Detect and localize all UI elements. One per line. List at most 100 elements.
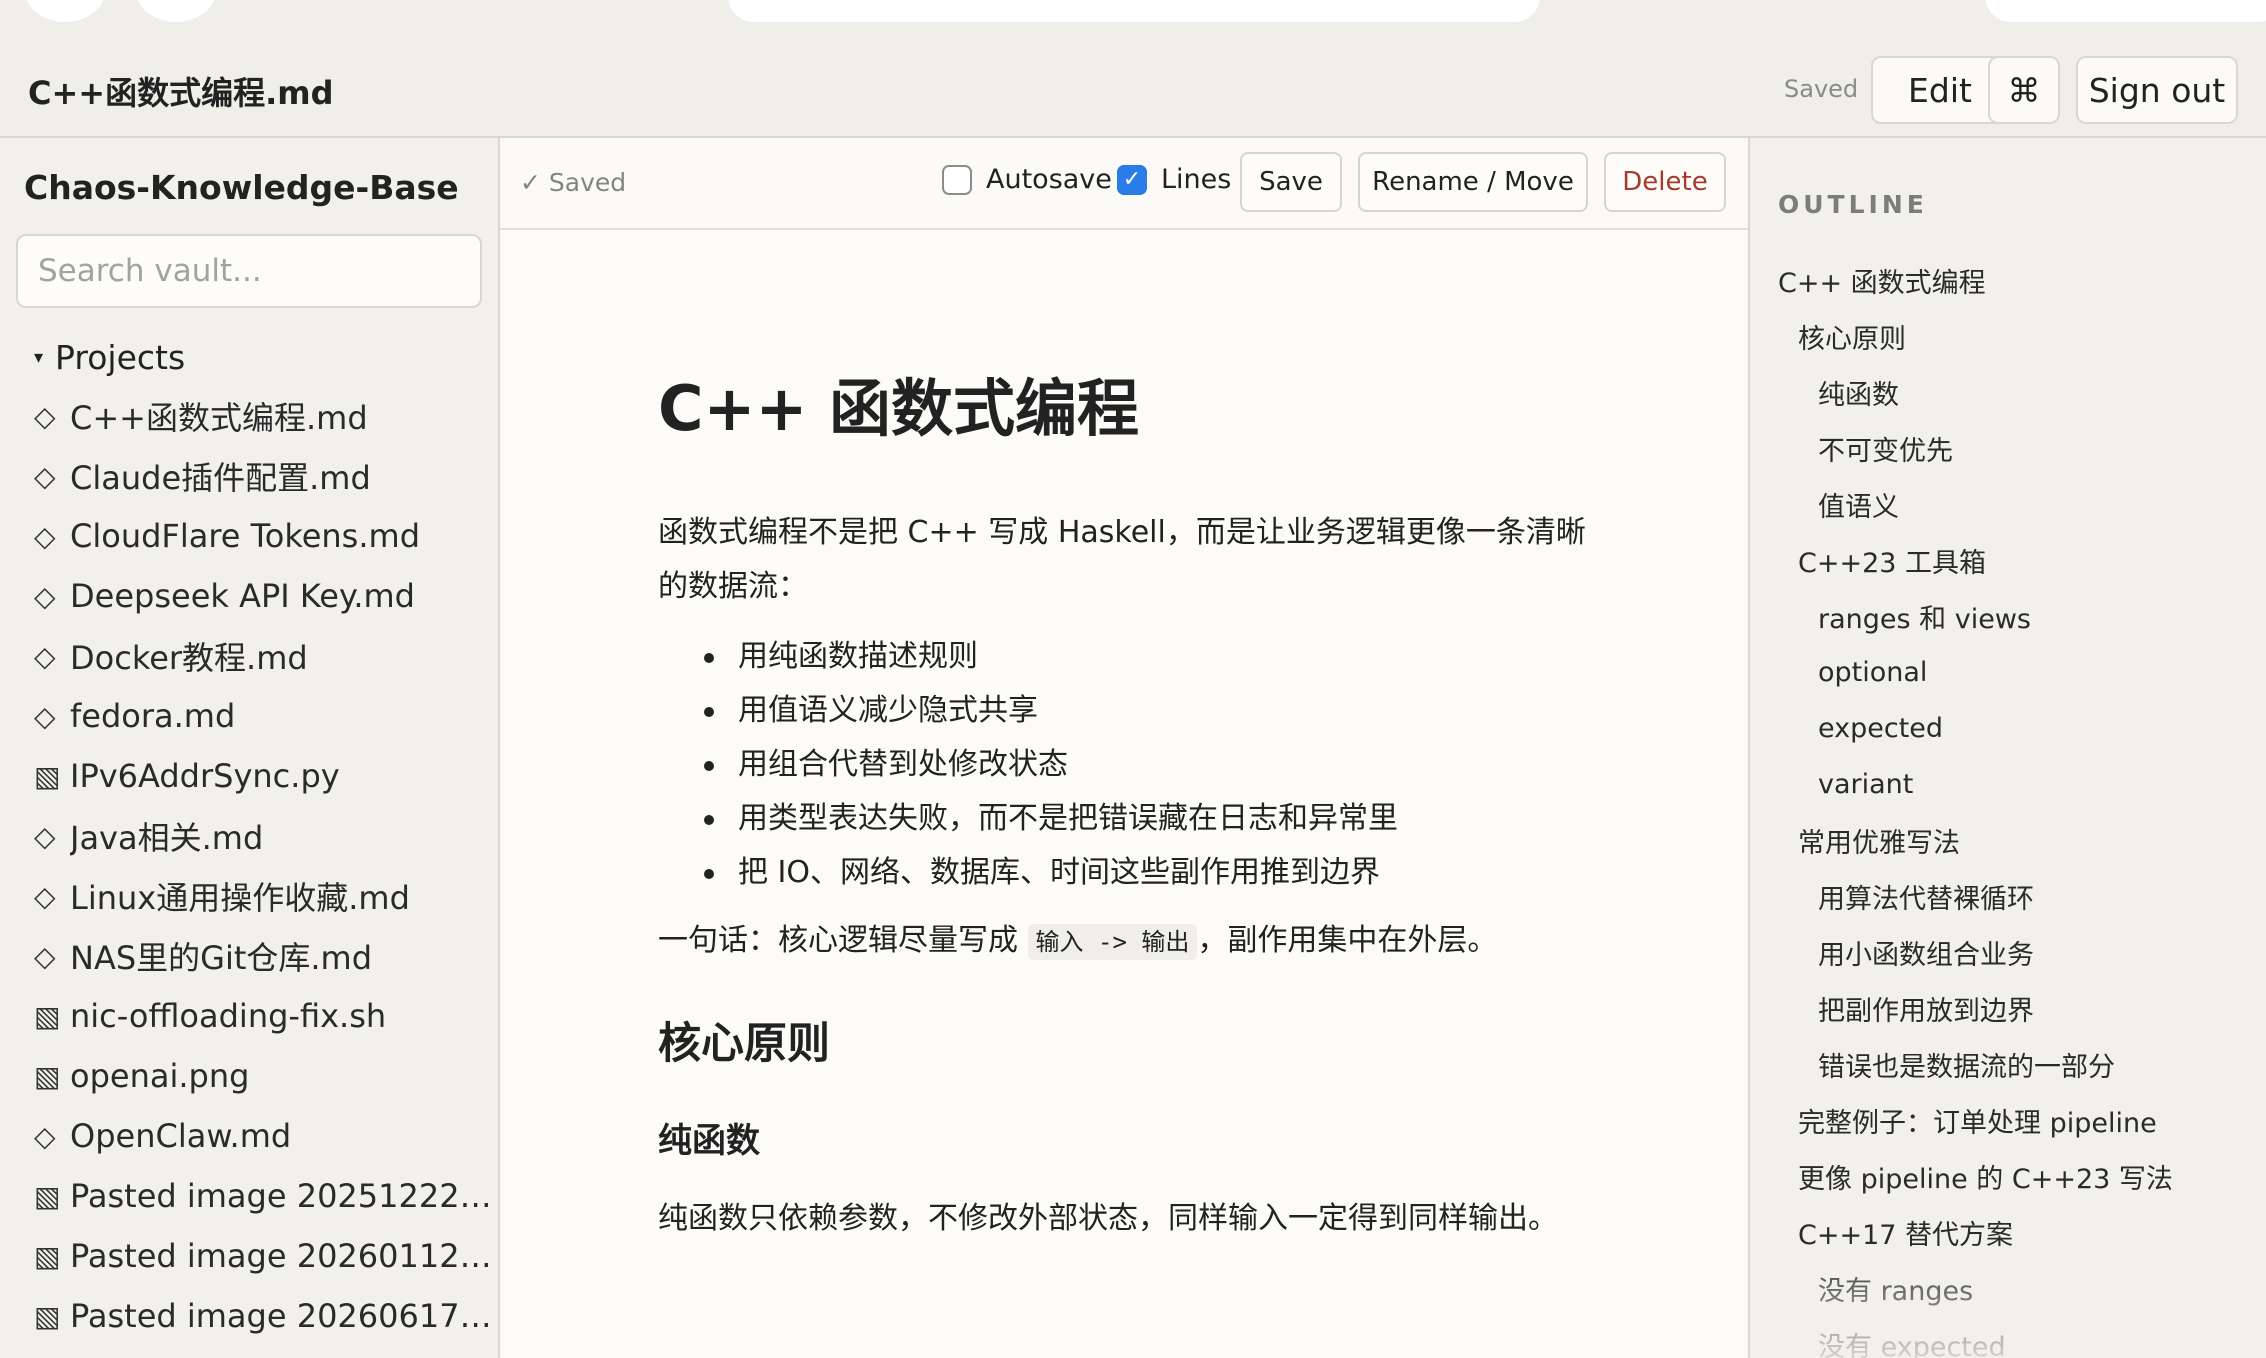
file-name: fedora.md <box>70 697 236 735</box>
autosave-checkbox[interactable] <box>942 164 972 195</box>
outline-item[interactable]: 用算法代替裸循环 <box>1778 868 2258 924</box>
outline-list: C++ 函数式编程 核心原则 纯函数 不可变优先 值语义 C++23 工具箱 ranges … <box>1778 252 2258 1358</box>
lines-checkbox[interactable]: ✓ <box>1117 164 1147 195</box>
file-icon: ▧ <box>34 1059 61 1093</box>
note-diamond-icon: ◇ <box>34 819 56 853</box>
outline-item[interactable]: 完整例子：订单处理 pipeline <box>1778 1092 2258 1148</box>
file-item[interactable]: ◇ C++函数式编程.md <box>34 386 494 446</box>
browser-toolbar-pill[interactable] <box>1985 0 2266 22</box>
file-item[interactable]: ◇ Java相关.md <box>34 806 494 866</box>
file-icon: ▧ <box>34 759 61 793</box>
outline-item[interactable]: 核心原则 <box>1778 308 2258 364</box>
note-diamond-icon: ◇ <box>34 699 56 733</box>
outline-item[interactable]: C++23 工具箱 <box>1778 532 2258 588</box>
outline-fade <box>1750 1248 2266 1358</box>
lines-toggle[interactable]: ✓ Lines <box>1117 164 1231 195</box>
outline-item[interactable]: variant <box>1778 756 2258 812</box>
app-header: C++函数式编程.md Saved Edit ⌘ Sign out <box>0 42 2266 138</box>
bullet-item: 用值语义减少隐式共享 <box>658 684 1588 738</box>
file-name: openai.png <box>70 1057 250 1095</box>
file-item[interactable]: ▧ Pasted image 202606172... <box>34 1286 494 1346</box>
summary-text-after: ，副作用集中在外层。 <box>1197 923 1498 958</box>
outline-item[interactable]: ranges 和 views <box>1778 588 2258 644</box>
file-name: Pasted image 2026011214... <box>70 1237 494 1275</box>
file-item[interactable]: ▧ Pasted image 2026011214... <box>34 1226 494 1286</box>
file-name: C++函数式编程.md <box>70 399 368 437</box>
file-name: Linux通用操作收藏.md <box>70 879 410 917</box>
file-item[interactable]: ▧ Pasted image 2025122223... <box>34 1166 494 1226</box>
file-item[interactable]: ◇ OpenClaw.md <box>34 1106 494 1166</box>
doc-summary: 一句话：核心逻辑尽量写成 输入 -> 输出 ，副作用集中在外层。 <box>658 914 1588 969</box>
folder-label: Projects <box>55 338 186 377</box>
outline-item[interactable]: 用小函数组合业务 <box>1778 924 2258 980</box>
bullet-item: 用类型表达失败，而不是把错误藏在日志和异常里 <box>658 792 1588 846</box>
bullet-item: 用组合代替到处修改状态 <box>658 738 1588 792</box>
file-item[interactable]: ◇ CloudFlare Tokens.md <box>34 506 494 566</box>
outline-item[interactable]: 值语义 <box>1778 476 2258 532</box>
note-diamond-icon: ◇ <box>34 459 56 493</box>
doc-title: C++ 函数式编程 <box>658 372 1139 445</box>
caret-down-icon: ▾ <box>34 347 44 368</box>
editor-toolbar: ✓ Saved Autosave ✓ Lines Save Rename / M… <box>500 138 1748 230</box>
inline-code: 输入 -> 输出 <box>1027 924 1198 960</box>
browser-chrome <box>0 0 2266 42</box>
outline-item[interactable]: 错误也是数据流的一部分 <box>1778 1036 2258 1092</box>
note-diamond-icon: ◇ <box>34 1119 56 1153</box>
file-name: Claude插件配置.md <box>70 459 371 497</box>
browser-forward-button[interactable] <box>136 0 216 22</box>
lines-label: Lines <box>1161 164 1232 195</box>
file-name: OpenClaw.md <box>70 1117 292 1155</box>
search-input[interactable] <box>16 234 482 308</box>
browser-back-button[interactable] <box>25 0 105 22</box>
outline-item[interactable]: optional <box>1778 644 2258 700</box>
outline-item[interactable]: 更像 pipeline 的 C++23 写法 <box>1778 1148 2258 1204</box>
file-name: CloudFlare Tokens.md <box>70 517 420 555</box>
delete-button[interactable]: Delete <box>1604 152 1726 212</box>
file-item[interactable]: ◇ fedora.md <box>34 686 494 746</box>
file-name: Pasted image 202606172... <box>70 1297 494 1335</box>
note-diamond-icon: ◇ <box>34 399 56 433</box>
file-item[interactable]: ◇ NAS里的Git仓库.md <box>34 926 494 986</box>
outline-item[interactable]: C++ 函数式编程 <box>1778 252 2258 308</box>
file-icon: ▧ <box>34 1239 61 1273</box>
autosave-toggle[interactable]: Autosave <box>942 164 1112 195</box>
doc-bullet-list: 用纯函数描述规则 用值语义减少隐式共享 用组合代替到处修改状态 用类型表达失败，而不是… <box>658 630 1588 900</box>
file-item[interactable]: ▧ nic-offloading-fix.sh <box>34 986 494 1046</box>
outline-heading: OUTLINE <box>1778 190 1928 219</box>
sign-out-button[interactable]: Sign out <box>2076 56 2238 124</box>
file-name: Docker教程.md <box>70 639 308 677</box>
outline-item[interactable]: expected <box>1778 700 2258 756</box>
command-palette-button[interactable]: ⌘ <box>1988 56 2060 124</box>
document-content[interactable]: C++ 函数式编程 函数式编程不是把 C++ 写成 Haskell，而是让业务逻… <box>658 358 1588 1246</box>
outline-panel: OUTLINE C++ 函数式编程 核心原则 纯函数 不可变优先 值语义 C++23 工具… <box>1748 138 2266 1358</box>
file-icon: ▧ <box>34 1179 61 1213</box>
file-name: Pasted image 2025122223... <box>70 1177 494 1215</box>
doc-heading-pure-functions: 纯函数 <box>658 1121 760 1161</box>
file-name: nic-offloading-fix.sh <box>70 997 387 1035</box>
browser-address-bar[interactable] <box>728 0 1540 22</box>
outline-item[interactable]: 不可变优先 <box>1778 420 2258 476</box>
file-item[interactable]: ◇ Deepseek API Key.md <box>34 566 494 626</box>
file-item[interactable]: ◇ Docker教程.md <box>34 626 494 686</box>
file-name: NAS里的Git仓库.md <box>70 939 373 977</box>
file-item[interactable]: ▧ openai.png <box>34 1046 494 1106</box>
rename-move-button[interactable]: Rename / Move <box>1358 152 1588 212</box>
file-name: IPv6AddrSync.py <box>70 757 340 795</box>
bullet-item: 把 IO、网络、数据库、时间这些副作用推到边界 <box>658 846 1588 900</box>
editor-panel: ✓ Saved Autosave ✓ Lines Save Rename / M… <box>500 138 1748 1358</box>
file-item[interactable]: ◇ Claude插件配置.md <box>34 446 494 506</box>
note-diamond-icon: ◇ <box>34 879 56 913</box>
outline-item[interactable]: 常用优雅写法 <box>1778 812 2258 868</box>
folder-projects[interactable]: ▾ Projects <box>34 338 185 377</box>
file-item[interactable]: ◇ Linux通用操作收藏.md <box>34 866 494 926</box>
outline-item[interactable]: 纯函数 <box>1778 364 2258 420</box>
note-diamond-icon: ◇ <box>34 939 56 973</box>
save-button[interactable]: Save <box>1240 152 1342 212</box>
file-icon: ▧ <box>34 1299 61 1333</box>
note-diamond-icon: ◇ <box>34 519 56 553</box>
file-item[interactable]: ▧ IPv6AddrSync.py <box>34 746 494 806</box>
outline-item[interactable]: 把副作用放到边界 <box>1778 980 2258 1036</box>
file-title: C++函数式编程.md <box>28 74 334 112</box>
autosave-label: Autosave <box>986 164 1112 195</box>
note-diamond-icon: ◇ <box>34 639 56 673</box>
